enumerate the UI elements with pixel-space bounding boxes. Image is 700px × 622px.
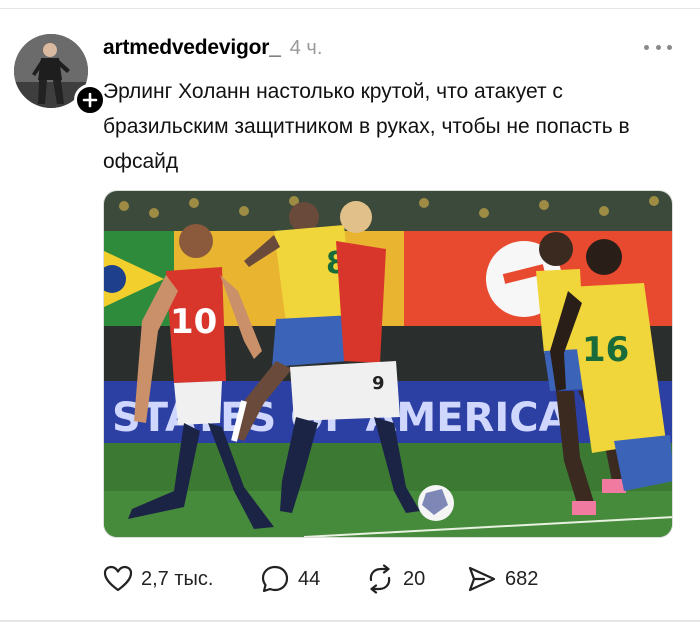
player-number: 9 (372, 373, 385, 394)
author-username[interactable]: artmedvedevigor_ (103, 36, 281, 60)
share-count: 682 (505, 567, 539, 590)
more-horizontal-icon-dot (667, 44, 672, 50)
follow-button[interactable] (74, 84, 106, 116)
post-text: Эрлинг Холанн настолько крутой, что атак… (103, 80, 630, 173)
post-actions: 2,7 тыс. 44 20 682 (103, 562, 663, 596)
more-horizontal-icon-dot (655, 44, 661, 50)
repost-count: 20 (403, 567, 426, 590)
reply-count: 44 (298, 567, 321, 590)
football-match-photo: STATES OF AMERICA 10 8 (104, 191, 672, 537)
plus-icon (82, 92, 98, 108)
share-button[interactable]: 682 (467, 562, 538, 596)
comment-bubble-icon (261, 565, 289, 593)
author-avatar-container[interactable] (14, 34, 106, 116)
repost-button[interactable]: 20 (365, 562, 425, 596)
post-timestamp[interactable]: 4 ч. (290, 37, 323, 60)
top-divider (0, 8, 700, 9)
more-options-button[interactable] (644, 38, 672, 56)
heart-icon (103, 565, 133, 592)
player-number: 10 (170, 302, 217, 342)
more-horizontal-icon (644, 44, 649, 50)
reply-button[interactable]: 44 (260, 562, 320, 596)
like-button[interactable]: 2,7 тыс. (103, 562, 213, 596)
like-count: 2,7 тыс. (141, 567, 214, 590)
post-header: artmedvedevigor_ 4 ч. (103, 36, 322, 64)
post-image[interactable]: STATES OF AMERICA 10 8 (103, 190, 673, 538)
send-icon (468, 566, 496, 592)
player-number: 16 (582, 330, 629, 370)
repost-arrows-icon (369, 564, 391, 594)
